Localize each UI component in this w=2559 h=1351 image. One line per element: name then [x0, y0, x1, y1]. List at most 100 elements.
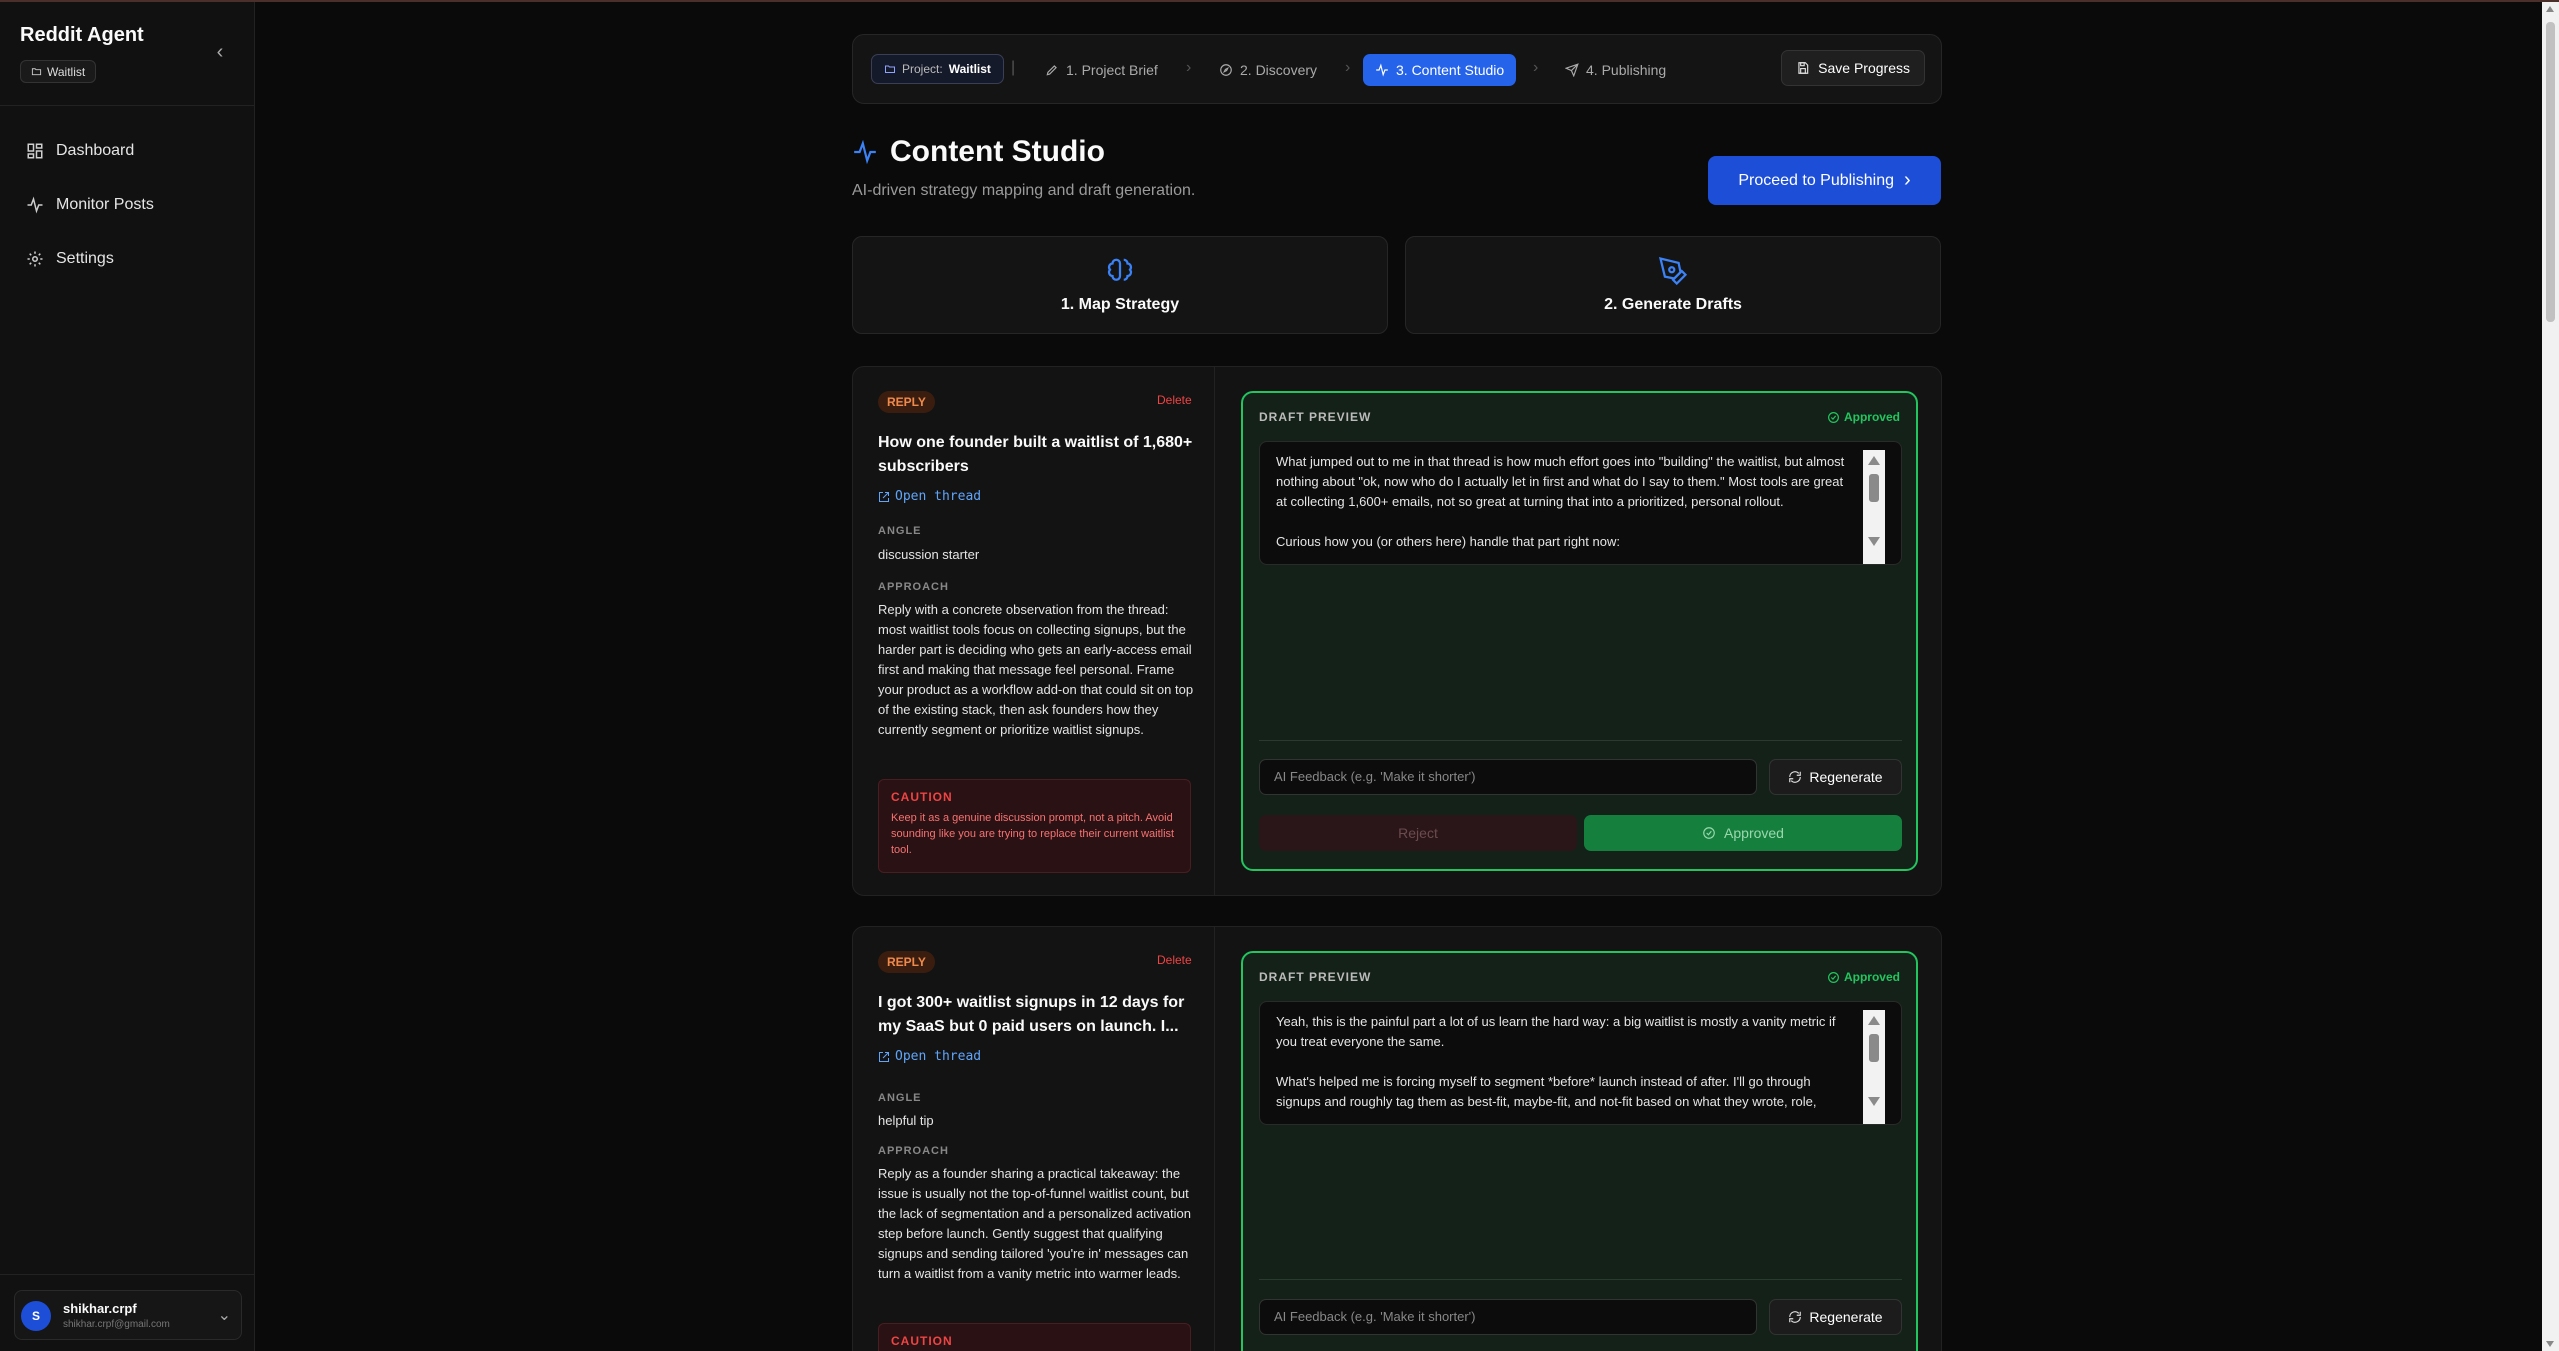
collapse-sidebar-button[interactable]: ‹ — [210, 42, 230, 62]
refresh-icon — [1789, 771, 1802, 783]
caution-label: CAUTION — [891, 1334, 953, 1348]
workspace-badge[interactable]: Waitlist — [20, 60, 97, 83]
page-scrollbar[interactable] — [2542, 2, 2559, 1351]
refresh-icon — [1789, 1311, 1802, 1323]
reply-tag: REPLY — [878, 391, 935, 413]
thread-card: REPLY Delete How one founder built a wai… — [852, 366, 1942, 896]
open-thread-label: Open thread — [895, 1049, 982, 1064]
project-pill[interactable]: Project: Waitlist — [871, 54, 1004, 84]
caution-box: CAUTION — [878, 1323, 1191, 1351]
sidebar-item-dashboard[interactable]: Dashboard — [0, 124, 255, 178]
draft-divider — [1259, 1279, 1902, 1280]
thread-strategy-panel: REPLY Delete I got 300+ waitlist signups… — [853, 927, 1215, 1351]
generate-drafts-card[interactable]: 2. Generate Drafts — [1405, 236, 1941, 334]
sidebar-item-settings[interactable]: Settings — [0, 232, 255, 286]
page-title: Content Studio — [852, 135, 1105, 169]
sidebar-nav: Dashboard Monitor Posts Settings — [0, 124, 255, 286]
angle-label: ANGLE — [878, 1092, 922, 1104]
save-progress-label: Save Progress — [1818, 60, 1910, 76]
chevron-right-icon: › — [1345, 59, 1351, 76]
sidebar-item-monitor-posts[interactable]: Monitor Posts — [0, 178, 255, 232]
angle-value: discussion starter — [878, 547, 980, 562]
user-email: shikhar.crpf@gmail.com — [63, 1319, 170, 1330]
sidebar-divider — [0, 1274, 255, 1275]
scroll-down-arrow[interactable] — [2546, 1341, 2554, 1347]
angle-label: ANGLE — [878, 525, 922, 537]
draft-textarea[interactable]: What jumped out to me in that thread is … — [1259, 441, 1902, 565]
draft-textarea[interactable]: Yeah, this is the painful part a lot of … — [1259, 1001, 1902, 1125]
user-menu[interactable]: S shikhar.crpf shikhar.crpf@gmail.com ⌄ — [14, 1290, 242, 1340]
sidebar: Reddit Agent Waitlist ‹ Dashboard Monito… — [0, 2, 255, 1351]
compass-icon — [1220, 64, 1232, 76]
scroll-down-arrow[interactable] — [1868, 537, 1880, 546]
approach-label: APPROACH — [878, 581, 949, 593]
draft-divider — [1259, 740, 1902, 741]
textarea-scrollbar[interactable] — [1863, 1010, 1885, 1124]
window-top-border — [0, 0, 2559, 2]
map-strategy-card[interactable]: 1. Map Strategy — [852, 236, 1388, 334]
thread-strategy-panel: REPLY Delete How one founder built a wai… — [853, 367, 1215, 895]
check-circle-icon — [1828, 971, 1839, 983]
proceed-to-publishing-button[interactable]: Proceed to Publishing › — [1708, 156, 1941, 205]
draft-preview-label: DRAFT PREVIEW — [1259, 970, 1372, 984]
open-thread-link[interactable]: Open thread — [878, 1049, 981, 1064]
step-label: 2. Discovery — [1240, 62, 1318, 78]
draft-preview: DRAFT PREVIEW Approved What jumped out t… — [1241, 391, 1918, 871]
folder-icon — [885, 65, 895, 73]
reject-button[interactable]: Reject — [1259, 815, 1577, 851]
ai-feedback-input[interactable]: AI Feedback (e.g. 'Make it shorter') — [1259, 759, 1757, 795]
sidebar-item-label: Monitor Posts — [56, 196, 154, 213]
ai-feedback-input[interactable]: AI Feedback (e.g. 'Make it shorter') — [1259, 1299, 1757, 1335]
scroll-up-arrow[interactable] — [1868, 1016, 1880, 1025]
gear-icon — [27, 251, 43, 267]
status-badge: Approved — [1827, 410, 1900, 424]
folder-icon — [31, 68, 42, 76]
mode-label: 1. Map Strategy — [1060, 296, 1180, 313]
chevron-right-icon: › — [1903, 169, 1911, 191]
wizard-stepbar: Project: Waitlist | 1. Project Brief › 2… — [852, 34, 1942, 104]
activity-icon — [1376, 63, 1388, 77]
avatar: S — [21, 1301, 51, 1331]
regenerate-button[interactable]: Regenerate — [1769, 1299, 1902, 1335]
page-subtitle: AI-driven strategy mapping and draft gen… — [852, 182, 1196, 199]
scroll-thumb[interactable] — [2546, 22, 2555, 322]
scroll-up-arrow[interactable] — [1868, 456, 1880, 465]
dashboard-icon — [27, 143, 43, 159]
proceed-label: Proceed to Publishing — [1738, 171, 1894, 189]
delete-button[interactable]: Delete — [1157, 393, 1192, 407]
textarea-scrollbar[interactable] — [1863, 450, 1885, 564]
step-publishing[interactable]: 4. Publishing — [1553, 54, 1678, 86]
pen-tool-icon — [1658, 256, 1688, 286]
step-project-brief[interactable]: 1. Project Brief — [1033, 54, 1170, 86]
regenerate-label: Regenerate — [1809, 769, 1883, 785]
scroll-up-arrow[interactable] — [2546, 6, 2554, 12]
regenerate-button[interactable]: Regenerate — [1769, 759, 1902, 795]
thread-title: I got 300+ waitlist signups in 12 days f… — [878, 994, 1185, 1035]
delete-button[interactable]: Delete — [1157, 953, 1192, 967]
step-content-studio[interactable]: 3. Content Studio — [1363, 54, 1517, 86]
reply-tag: REPLY — [878, 951, 935, 973]
save-progress-button[interactable]: Save Progress — [1781, 50, 1925, 86]
step-label: 3. Content Studio — [1396, 62, 1505, 78]
approve-button[interactable]: Approved — [1584, 815, 1902, 851]
activity-icon — [854, 139, 876, 165]
caution-label: CAUTION — [891, 790, 953, 804]
user-name: shikhar.crpf — [63, 1301, 137, 1316]
sidebar-item-label: Settings — [56, 250, 114, 267]
activity-icon — [27, 196, 43, 214]
status-badge: Approved — [1827, 970, 1900, 984]
brain-icon — [1107, 258, 1133, 281]
scroll-thumb[interactable] — [1869, 474, 1879, 502]
save-icon — [1798, 62, 1809, 74]
caution-box: CAUTION Keep it as a genuine discussion … — [878, 779, 1191, 873]
approach-value: Reply as a founder sharing a practical t… — [878, 1166, 1191, 1281]
scroll-thumb[interactable] — [1869, 1034, 1879, 1062]
approach-value: Reply with a concrete observation from t… — [878, 602, 1194, 737]
step-separator: | — [1011, 59, 1016, 76]
approve-label: Approved — [1724, 825, 1784, 841]
scroll-down-arrow[interactable] — [1868, 1097, 1880, 1106]
open-thread-label: Open thread — [895, 489, 982, 504]
chevron-right-icon: › — [1186, 59, 1192, 76]
open-thread-link[interactable]: Open thread — [878, 489, 981, 504]
step-discovery[interactable]: 2. Discovery — [1207, 54, 1329, 86]
